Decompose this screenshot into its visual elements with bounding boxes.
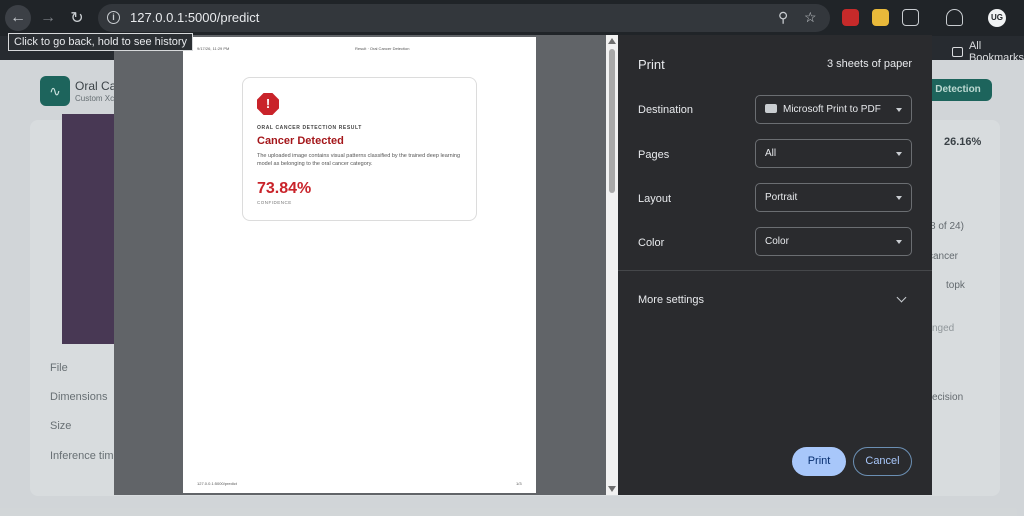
forward-arrow-icon[interactable]: →: [35, 5, 61, 31]
panel-divider: [618, 270, 932, 271]
sheet-count: 3 sheets of paper: [826, 58, 912, 70]
chevron-down-icon: [896, 196, 902, 200]
print-button[interactable]: Print: [792, 447, 846, 476]
scroll-up-icon[interactable]: [608, 38, 616, 44]
print-preview: 9/17/26, 11:29 PM Result · Oral Cancer D…: [114, 35, 618, 495]
result-title: Cancer Detected: [257, 135, 344, 147]
layout-label: Layout: [638, 193, 672, 205]
pages-value: All: [765, 148, 777, 159]
print-title: Print: [638, 57, 665, 72]
extensions-puzzle-icon[interactable]: [902, 9, 919, 26]
confidence-value: 73.84%: [257, 180, 312, 197]
pages-label: Pages: [638, 149, 670, 161]
destination-value: Microsoft Print to PDF: [783, 104, 881, 115]
destination-select[interactable]: Microsoft Print to PDF: [755, 95, 912, 124]
incognito-icon[interactable]: [946, 9, 963, 26]
chevron-down-icon: [896, 108, 902, 112]
result-kicker: ORAL CANCER DETECTION RESULT: [257, 125, 362, 131]
preview-scrollbar[interactable]: [606, 35, 618, 495]
color-select[interactable]: Color: [755, 227, 912, 256]
result-description: The uploaded image contains visual patte…: [257, 153, 461, 167]
browser-toolbar: ← → ↻ i 127.0.0.1:5000/predict ⚲ ☆ UG: [0, 0, 1024, 36]
bookmark-star-icon[interactable]: ☆: [804, 9, 817, 26]
color-value: Color: [765, 236, 789, 247]
zoom-icon[interactable]: ⚲: [778, 9, 788, 26]
cancel-button[interactable]: Cancel: [853, 447, 912, 476]
scroll-down-icon[interactable]: [608, 486, 616, 492]
result-card: ! ORAL CANCER DETECTION RESULT Cancer De…: [242, 77, 477, 221]
page-footer-url: 127.0.0.1:5000/predict: [197, 481, 237, 486]
extension-yellow-icon[interactable]: [872, 9, 889, 26]
address-bar[interactable]: i 127.0.0.1:5000/predict ⚲ ☆: [98, 4, 830, 32]
back-arrow-icon[interactable]: ←: [5, 5, 31, 31]
chevron-down-icon[interactable]: [896, 292, 907, 303]
warning-octagon-icon: !: [257, 93, 279, 115]
chevron-down-icon: [896, 152, 902, 156]
scrollbar-thumb[interactable]: [609, 49, 615, 193]
pages-select[interactable]: All: [755, 139, 912, 168]
page-footer-number: 1/3: [516, 481, 522, 486]
layout-value: Portrait: [765, 192, 798, 203]
preview-page: 9/17/26, 11:29 PM Result · Oral Cancer D…: [183, 37, 536, 493]
destination-label: Destination: [638, 104, 694, 116]
print-settings-panel: Print 3 sheets of paper Destination Micr…: [618, 35, 932, 495]
more-settings-toggle[interactable]: More settings: [638, 294, 704, 306]
url-text[interactable]: 127.0.0.1:5000/predict: [130, 10, 259, 25]
layout-select[interactable]: Portrait: [755, 183, 912, 212]
page-header-date: 9/17/26, 11:29 PM: [197, 46, 230, 51]
confidence-label: CONFIDENCE: [257, 200, 292, 205]
back-button-tooltip: Click to go back, hold to see history: [8, 33, 194, 51]
page-header-title: Result · Oral Cancer Detection: [355, 46, 410, 51]
reload-icon[interactable]: ↻: [64, 5, 90, 31]
site-info-icon[interactable]: i: [107, 11, 120, 24]
chevron-down-icon: [896, 240, 902, 244]
printer-icon: [765, 104, 777, 113]
extension-red-icon[interactable]: [842, 9, 859, 26]
profile-avatar[interactable]: UG: [988, 9, 1006, 27]
color-label: Color: [638, 237, 665, 249]
